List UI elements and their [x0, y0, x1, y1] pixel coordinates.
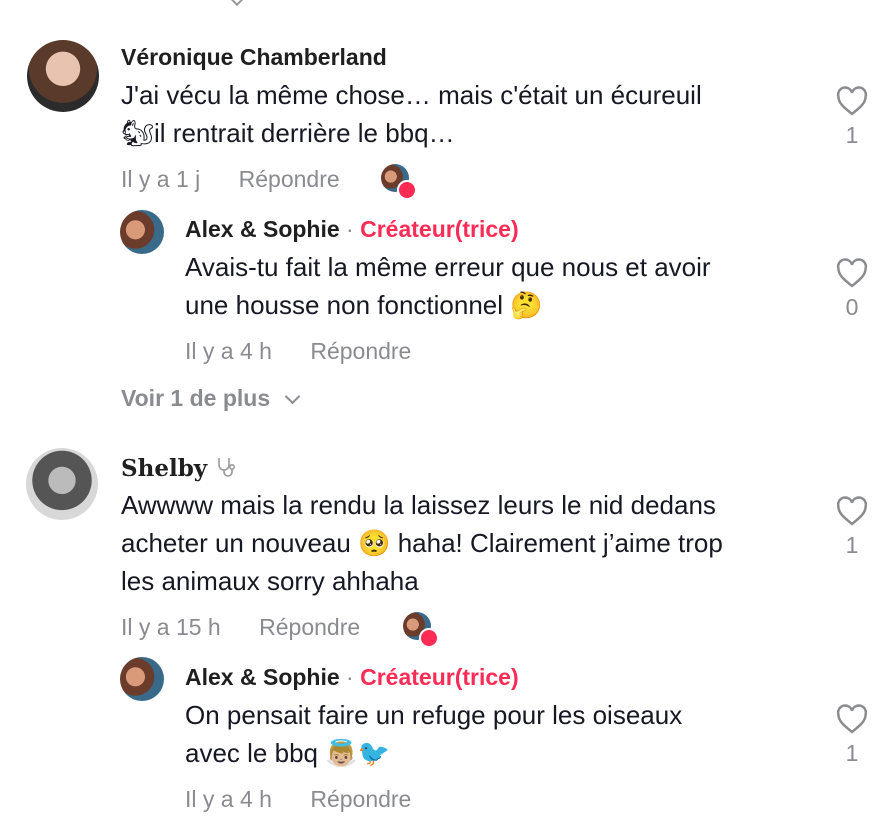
reply-text: Avais-tu fait la même erreur que nous et… — [185, 248, 805, 324]
comment-meta: Il y a 1 j Répondre — [121, 166, 340, 193]
view-more-replies-button[interactable]: Voir 1 de plus — [121, 385, 300, 412]
like-button[interactable]: 1 — [832, 496, 872, 559]
comment-meta: Il y a 15 h Répondre — [121, 614, 360, 641]
avatar[interactable] — [120, 210, 164, 254]
reply-text-line: On pensait faire un refuge pour les oise… — [185, 700, 683, 730]
like-button[interactable]: 1 — [832, 704, 872, 767]
reply-author[interactable]: Alex & Sophie — [185, 664, 340, 690]
comment-author[interactable]: Véronique Chamberland — [121, 44, 387, 71]
like-count: 1 — [845, 740, 859, 766]
comment-text-line: les animaux sorry ahhaha — [121, 566, 419, 596]
comment-author-row: Shelby — [121, 455, 237, 484]
reply-button[interactable]: Répondre — [259, 614, 360, 640]
heart-icon — [836, 258, 868, 288]
pleading-emoji: 🥺 — [358, 528, 391, 558]
creator-badge: Créateur(trice) — [360, 216, 519, 242]
squirrel-emoji: 🐿 — [121, 118, 155, 148]
timestamp: Il y a 4 h — [185, 338, 272, 364]
avatar[interactable] — [120, 657, 164, 701]
comment-author[interactable]: Shelby — [121, 455, 207, 482]
reply-text-line: une housse non fonctionnel 🤔 — [185, 290, 543, 320]
like-count: 1 — [845, 122, 859, 148]
chevron-down-icon — [284, 388, 300, 405]
comment-text-line: J'ai vécu la même chose… mais c'était un… — [121, 80, 702, 110]
reply-text: On pensait faire un refuge pour les oise… — [185, 696, 805, 772]
heart-icon — [836, 86, 868, 116]
comment-text: Awwww mais la rendu la laissez leurs le … — [121, 486, 811, 600]
liked-heart-icon — [419, 628, 439, 648]
like-button[interactable]: 1 — [832, 86, 872, 149]
thinking-emoji: 🤔 — [510, 290, 543, 320]
reply-author-row: Alex & Sophie · Créateur(trice) — [185, 216, 519, 243]
reply-text-line: Avais-tu fait la même erreur que nous et… — [185, 252, 711, 282]
like-button[interactable]: 0 — [832, 258, 872, 321]
timestamp: Il y a 4 h — [185, 786, 272, 812]
avatar[interactable] — [27, 40, 99, 112]
heart-icon — [836, 704, 868, 734]
separator: · — [346, 216, 354, 242]
like-count: 0 — [845, 294, 859, 320]
separator: · — [346, 664, 354, 690]
timestamp: Il y a 1 j — [121, 166, 201, 192]
heart-icon — [836, 496, 868, 526]
timestamp: Il y a 15 h — [121, 614, 221, 640]
comment-text-line: 🐿il rentrait derrière le bbq… — [121, 118, 455, 148]
liked-heart-icon — [397, 180, 417, 200]
comment-text-line: Awwww mais la rendu la laissez leurs le … — [121, 490, 716, 520]
angel-bird-emoji: 👼🏼🐦 — [325, 738, 390, 768]
reply-meta: Il y a 4 h Répondre — [185, 338, 411, 365]
reply-author-row: Alex & Sophie · Créateur(trice) — [185, 664, 519, 691]
reply-text-line: avec le bbq 👼🏼🐦 — [185, 738, 390, 768]
reply-author[interactable]: Alex & Sophie — [185, 216, 340, 242]
avatar[interactable] — [26, 448, 98, 520]
comment-text: J'ai vécu la même chose… mais c'était un… — [121, 76, 811, 152]
top-edge-fragment — [229, 0, 245, 7]
reply-meta: Il y a 4 h Répondre — [185, 786, 411, 813]
like-count: 1 — [845, 532, 859, 558]
comment-text-line: acheter un nouveau 🥺 haha! Clairement j’… — [121, 528, 723, 558]
reply-button[interactable]: Répondre — [310, 786, 411, 812]
creator-badge: Créateur(trice) — [360, 664, 519, 690]
creator-liked-badge — [381, 164, 417, 200]
reply-button[interactable]: Répondre — [239, 166, 340, 192]
creator-liked-badge — [403, 612, 439, 648]
view-more-label: Voir 1 de plus — [121, 385, 271, 411]
reply-button[interactable]: Répondre — [310, 338, 411, 364]
stethoscope-icon — [215, 456, 237, 484]
